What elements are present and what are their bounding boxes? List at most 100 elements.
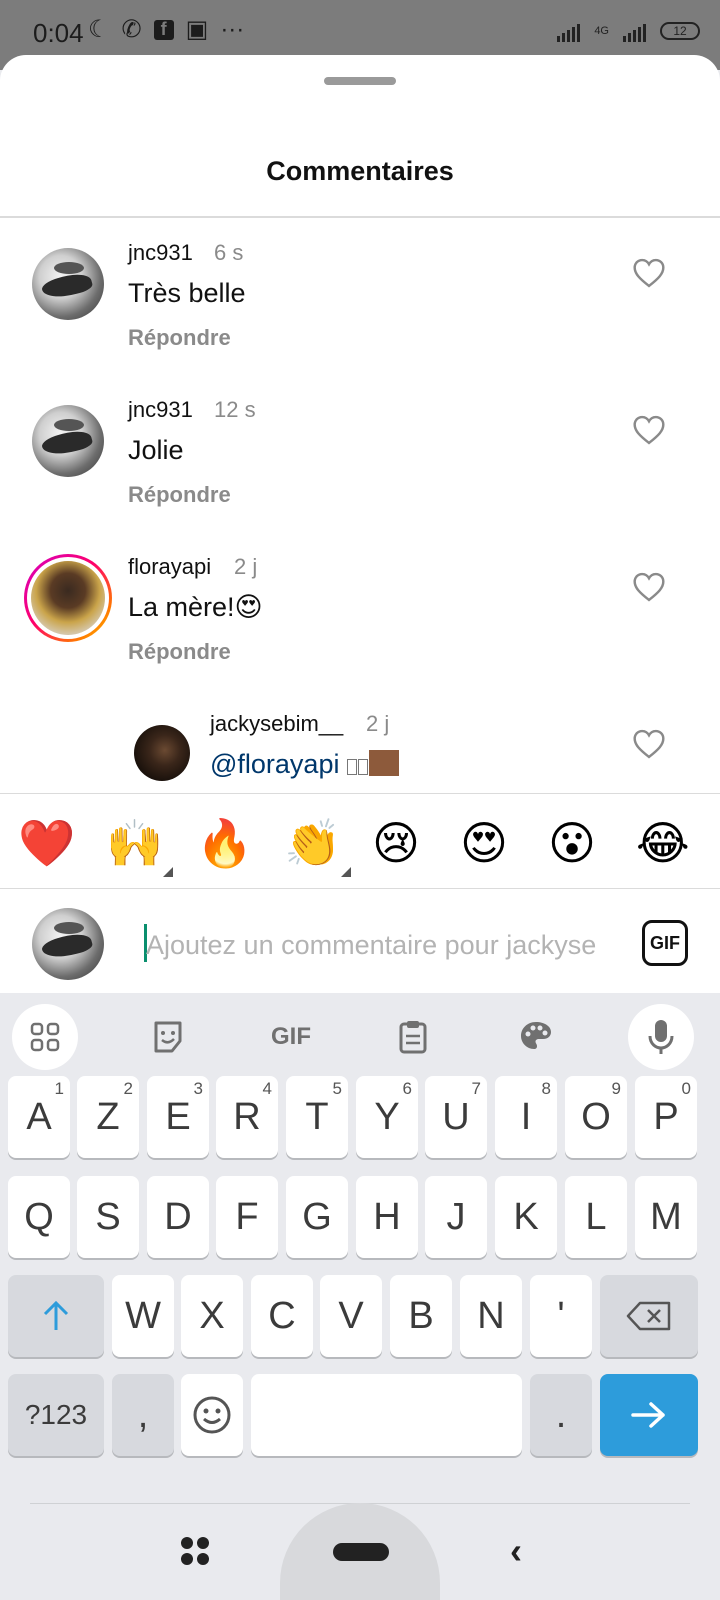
emoji-crying-button[interactable]: 😢	[372, 815, 420, 871]
sheet-title: Commentaires	[266, 156, 454, 186]
key-i[interactable]: I8	[495, 1076, 557, 1158]
emoji-heart-eyes-button[interactable]: 😍	[460, 815, 508, 871]
mention-link[interactable]: @florayapi	[210, 749, 339, 779]
current-user-avatar	[32, 908, 104, 980]
comment-item: jnc931 12 s Jolie Répondre	[0, 375, 720, 535]
comment-username[interactable]: florayapi	[128, 554, 211, 580]
theme-button[interactable]	[503, 1004, 569, 1070]
key-p[interactable]: P0	[635, 1076, 697, 1158]
symbols-key[interactable]: ?123	[8, 1374, 104, 1456]
status-time: 0:04	[33, 18, 84, 48]
avatar[interactable]	[32, 248, 104, 320]
key-j[interactable]: J	[425, 1176, 487, 1258]
key-n[interactable]: N	[460, 1275, 522, 1357]
microphone-icon	[648, 1020, 674, 1054]
key-a[interactable]: A1	[8, 1076, 70, 1158]
shift-key[interactable]	[8, 1275, 104, 1357]
key-e[interactable]: E3	[147, 1076, 209, 1158]
like-heart-icon[interactable]	[632, 729, 666, 759]
clipboard-icon	[399, 1021, 427, 1054]
key-t[interactable]: T5	[286, 1076, 348, 1158]
facebook-icon: f	[153, 20, 174, 40]
grid-app-icon: ▣	[185, 16, 209, 43]
comment-text: La mère!😍	[128, 592, 263, 622]
moon-icon: ☾	[88, 16, 110, 43]
backspace-key[interactable]	[600, 1275, 698, 1357]
key-v[interactable]: V	[320, 1275, 382, 1357]
key-s[interactable]: S	[77, 1176, 139, 1258]
comment-time: 2 j	[366, 711, 390, 736]
key-b[interactable]: B	[390, 1275, 452, 1357]
reply-button[interactable]: Répondre	[128, 325, 231, 351]
comment-text: Jolie	[128, 435, 184, 465]
space-key[interactable]	[251, 1374, 522, 1456]
key-d[interactable]: D	[147, 1176, 209, 1258]
avatar	[31, 561, 105, 635]
clipboard-button[interactable]	[380, 1004, 446, 1070]
network-label: 4G	[594, 25, 609, 37]
grid-icon	[30, 1022, 60, 1052]
key-z[interactable]: Z2	[77, 1076, 139, 1158]
key-y[interactable]: Y6	[356, 1076, 418, 1158]
comment-username[interactable]: jnc931	[128, 240, 193, 266]
comment-username[interactable]: jackysebim__	[210, 711, 343, 737]
emoji-surprised-button[interactable]: 😮	[548, 815, 596, 871]
reply-button[interactable]: Répondre	[128, 482, 231, 508]
shift-arrow-icon	[43, 1300, 69, 1330]
enter-key[interactable]	[600, 1374, 698, 1456]
key-f[interactable]: F	[216, 1176, 278, 1258]
sticker-button[interactable]	[135, 1004, 201, 1070]
reply-button[interactable]: Répondre	[128, 639, 231, 665]
key-u[interactable]: U7	[425, 1076, 487, 1158]
comment-time: 6 s	[214, 240, 244, 265]
backspace-icon	[626, 1301, 671, 1331]
back-icon[interactable]: ‹	[510, 1530, 522, 1572]
key-w[interactable]: W	[112, 1275, 174, 1357]
emoji-fire-button[interactable]: 🔥	[196, 815, 253, 871]
avatar[interactable]	[32, 405, 104, 477]
emoji-raised-hands-button[interactable]: 🙌	[106, 815, 174, 877]
emoji-bar-divider	[0, 793, 720, 794]
emoji-laughing-button[interactable]: 😂	[636, 815, 690, 871]
key-r[interactable]: R4	[216, 1076, 278, 1158]
like-heart-icon[interactable]	[632, 415, 666, 445]
key-x[interactable]: X	[181, 1275, 243, 1357]
comment-text: @florayapi	[210, 749, 399, 780]
key-m[interactable]: M	[635, 1176, 697, 1258]
comment-time: 2 j	[234, 554, 258, 579]
comment-username[interactable]: jnc931	[128, 397, 193, 423]
key-o[interactable]: O9	[565, 1076, 627, 1158]
key-c[interactable]: C	[251, 1275, 313, 1357]
arrow-right-icon	[631, 1402, 665, 1428]
emoji-key[interactable]	[181, 1374, 243, 1456]
unsupported-glyph-icon	[346, 749, 369, 779]
keyboard-apps-button[interactable]	[12, 1004, 78, 1070]
key-h[interactable]: H	[356, 1176, 418, 1258]
comment-item: jnc931 6 s Très belle Répondre	[0, 218, 720, 378]
emoji-heart-button[interactable]: ❤️	[18, 815, 75, 871]
voice-input-button[interactable]	[628, 1004, 694, 1070]
sheet-drag-handle[interactable]	[324, 77, 396, 85]
story-ring-avatar[interactable]	[24, 554, 112, 642]
sticker-icon	[154, 1021, 182, 1053]
like-heart-icon[interactable]	[632, 258, 666, 288]
signal-icon	[557, 20, 581, 42]
gif-button[interactable]: GIF	[642, 920, 688, 966]
keyboard-gif-button[interactable]: GIF	[258, 1004, 324, 1070]
emoji-clap-button[interactable]: 👏	[284, 815, 352, 877]
home-button[interactable]	[333, 1543, 389, 1561]
whatsapp-icon: ✆	[121, 16, 142, 43]
like-heart-icon[interactable]	[632, 572, 666, 602]
comment-text: Très belle	[128, 278, 246, 308]
key-k[interactable]: K	[495, 1176, 557, 1258]
key-g[interactable]: G	[286, 1176, 348, 1258]
key-q[interactable]: Q	[8, 1176, 70, 1258]
period-key[interactable]: .	[530, 1374, 592, 1456]
key-l[interactable]: L	[565, 1176, 627, 1258]
comma-key[interactable]: ,	[112, 1374, 174, 1456]
key-apostrophe[interactable]: '	[530, 1275, 592, 1357]
avatar[interactable]	[134, 725, 190, 781]
recent-apps-icon[interactable]	[181, 1537, 209, 1565]
comment-input[interactable]	[146, 925, 610, 965]
comment-list[interactable]: jnc931 6 s Très belle Répondre jnc931 12…	[0, 218, 720, 848]
